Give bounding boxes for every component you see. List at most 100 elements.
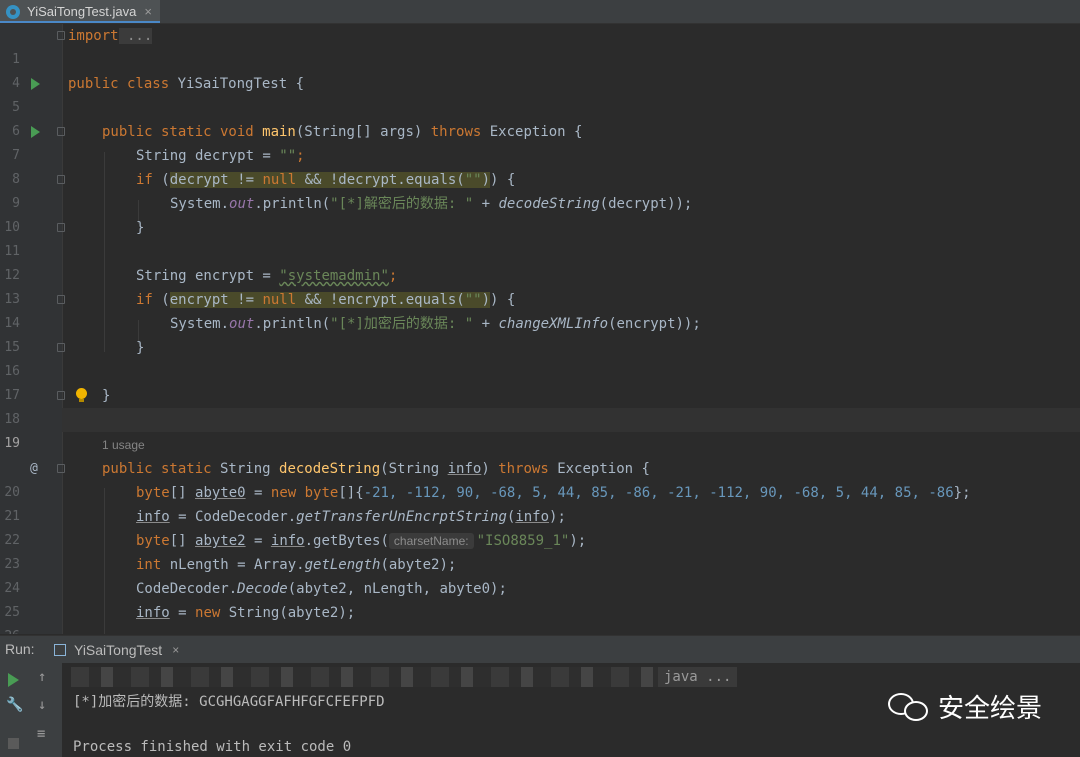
fold-icon[interactable] [57,127,65,136]
code-token: Decode [237,581,288,597]
code-token: null [262,292,297,308]
code-token: } [136,220,145,236]
code-token: CodeDecoder. [136,581,238,597]
java-class-icon [6,4,20,19]
fold-icon[interactable] [57,31,65,40]
code-line: 11 } [0,216,1080,259]
code-token: new [270,485,297,501]
folded-imports[interactable]: ... [118,28,153,44]
fold-icon[interactable] [57,343,65,352]
lightbulb-icon[interactable] [76,388,87,402]
code-line: 7 public static void main(String[] args)… [0,120,1080,163]
override-at-icon[interactable]: @ [30,457,38,481]
wechat-icon [888,691,930,723]
code-token: throws [430,124,482,140]
code-token: public static void [102,124,254,140]
fold-icon[interactable] [57,295,65,304]
code-token: = [245,485,271,501]
line-number: 19 [4,436,20,451]
code-token: byte [304,485,339,501]
code-token: "[*]解密后的数据: " [330,196,474,212]
wrench-icon[interactable]: 🔧 [6,697,23,713]
code-token: import [68,28,119,44]
code-token: "" [464,172,482,188]
code-token: String [211,461,280,477]
code-token: encrypt != [169,292,263,308]
code-token: (encrypt)); [608,316,701,332]
code-token: ( [152,292,170,308]
console-exit-line: Process finished with exit code 0 [73,739,352,755]
run-class-icon[interactable] [31,78,40,90]
run-panel-header: Run: YiSaiTongTest × [0,635,1080,664]
run-config-tab[interactable]: YiSaiTongTest × [54,636,179,663]
fold-icon[interactable] [57,464,65,473]
code-line: 17 [0,360,1080,403]
code-token: getTransferUnEncrptString [296,509,507,525]
code-token: && !encrypt.equals( [296,292,465,308]
code-token: } [102,388,111,404]
code-token: ; [296,148,305,164]
active-tab-indicator [0,21,160,23]
code-token: }; [953,485,971,501]
code-token: System. [170,196,230,212]
code-line: 8 String decrypt = ""; [0,144,1080,187]
code-token: [] [169,485,196,501]
code-token: ; [388,268,398,284]
command-tail[interactable]: java ... [658,667,738,687]
code-token: (String [380,461,448,477]
code-token: (decrypt)); [599,196,693,212]
fold-icon[interactable] [57,223,65,232]
code-token: "" [279,148,297,164]
code-token: out [229,316,255,332]
code-line: 24 int nLength = Array.getLength(abyte2)… [0,553,1080,596]
code-token: out [229,196,255,212]
code-line: 25 CodeDecoder.Decode(abyte2, nLength, a… [0,577,1080,620]
code-line: 6 [0,96,1080,139]
code-token: nLength = Array. [161,557,305,573]
code-line: 1 import ... [0,24,1080,67]
code-token: .println( [254,196,331,212]
code-token: ); [569,533,587,549]
code-token: abyte0 [195,485,246,501]
code-token: .println( [254,316,331,332]
code-line: 23 byte[] abyte2 = info.getBytes(charset… [0,529,1080,572]
code-token: + [473,316,499,332]
run-method-icon[interactable] [31,126,40,138]
rerun-icon[interactable] [8,673,19,687]
code-line: 21 byte[] abyte0 = new byte[]{-21, -112,… [0,481,1080,524]
fold-icon[interactable] [57,175,65,184]
code-token: + [473,196,499,212]
code-token: if [136,172,153,188]
code-line: 10 System.out.println("[*]解密后的数据: " + de… [0,192,1080,235]
code-token: decodeString [279,461,381,477]
down-arrow-icon[interactable]: ↓ [38,697,46,713]
file-tab[interactable]: YiSaiTongTest.java × [0,0,160,23]
code-token: info [447,461,482,477]
run-toolbar: ↑ 🔧 ↓ ≡ [0,663,62,757]
stop-icon[interactable] [8,738,19,749]
code-token: ( [152,172,170,188]
close-icon[interactable]: × [144,4,152,19]
watermark: 安全绘景 [888,688,1042,725]
close-icon[interactable]: × [172,643,179,657]
code-line: 19 [0,408,1080,451]
parameter-hint: charsetName: [388,533,474,549]
code-token: Exception { [481,124,583,140]
code-token: [] [169,533,196,549]
code-token: = [245,533,271,549]
code-line: 18 } [0,384,1080,427]
fold-icon[interactable] [57,391,65,400]
code-token: = [169,605,196,621]
usage-hint[interactable]: 1 usage [102,438,145,452]
code-editor[interactable]: 1 import ... 4 5 public class YiSaiTongT… [0,24,1080,634]
file-tab-label: YiSaiTongTest.java [27,4,137,19]
code-token: "systemadmin" [279,268,389,284]
code-token: decrypt != [169,172,263,188]
run-label: Run: [5,641,35,657]
up-arrow-icon[interactable]: ↑ [38,669,46,685]
code-token: (abyte2); [380,557,457,573]
soft-wrap-icon[interactable]: ≡ [37,726,45,742]
code-token: (abyte2, nLength, abyte0); [287,581,507,597]
code-token: getLength [304,557,381,573]
code-line: 16 } [0,336,1080,379]
